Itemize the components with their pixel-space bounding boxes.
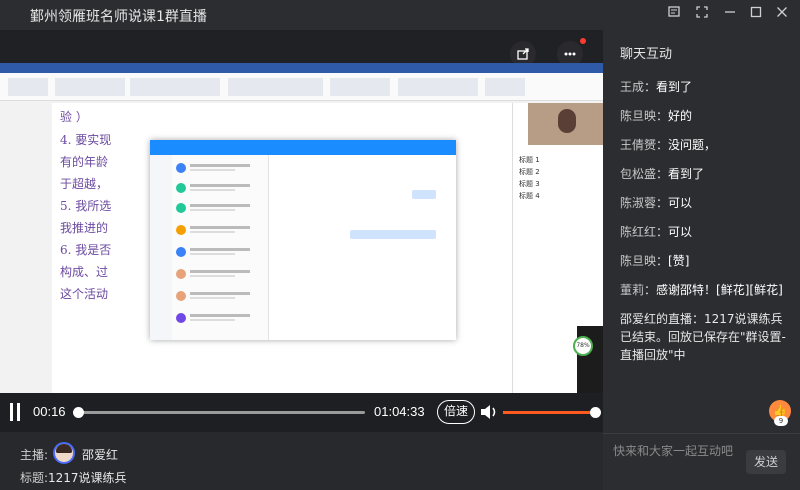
doc-line: 于超越， (60, 177, 109, 191)
doc-line: 有的年龄 (60, 155, 109, 169)
sender-name: 陈淑蓉 (620, 196, 657, 210)
doc-line: 5. 我所选 (60, 199, 112, 213)
divider (603, 433, 800, 434)
chat-message: 陈淑蓉：可以 (620, 196, 693, 210)
seek-bar[interactable] (73, 407, 365, 418)
presenter-camera (528, 103, 603, 145)
send-button[interactable]: 发送 (746, 450, 786, 474)
chat-panel: 聊天互动 王成：看到了 陈旦映：好的 王倩赟：没问题， 包松盛：看到了 陈淑蓉：… (603, 30, 800, 490)
current-time: 00:16 (33, 404, 66, 419)
doc-line: 6. 我是否 (60, 243, 112, 257)
sender-name: 陈红红 (620, 225, 657, 239)
doc-line: 验 ） (60, 110, 88, 124)
message-text: 可以 (668, 225, 693, 239)
video-player[interactable]: 验 ） 4. 要实现 有的年龄 于超越， 5. 我所选 我推进的 6. 我是否 … (0, 30, 603, 432)
host-label: 主播: (20, 448, 49, 462)
playback-controls: 00:16 01:04:33 倍速 (0, 393, 603, 432)
speed-button[interactable]: 倍速 (437, 400, 475, 424)
volume-handle[interactable] (590, 407, 601, 418)
host-info-bar: 主播: 邵爱红 标题: 1217说课练兵 (0, 432, 603, 490)
word-ribbon (0, 63, 603, 101)
chat-title: 聊天互动 (620, 47, 673, 62)
title-bar: 鄞州领雁班名师说课1群直播 (0, 0, 800, 30)
message-text: 看到了 (656, 80, 693, 94)
sender-name: 陈旦映 (620, 109, 657, 123)
doc-line: 这个活动 (60, 287, 109, 301)
system-message: 邵爱红的直播：1217说课练兵 已结束。回放已保存在"群设置-直播回放"中 (620, 312, 786, 362)
seek-handle[interactable] (73, 407, 85, 418)
pause-icon[interactable] (8, 403, 22, 421)
title-label: 标题: (20, 471, 49, 485)
feedback-icon[interactable] (664, 5, 684, 25)
fullscreen-icon[interactable] (692, 5, 712, 25)
chat-message: 陈红红：可以 (620, 225, 693, 239)
doc-line: 我推进的 (60, 221, 109, 235)
outline-item: 标题 4 (519, 192, 540, 200)
sender-name: 王成 (620, 80, 645, 94)
sender-name: 董莉 (620, 283, 645, 297)
chat-app-window (150, 140, 456, 340)
message-text: 好的 (668, 109, 693, 123)
outline-item: 标题 1 (519, 156, 540, 164)
notification-dot (580, 38, 586, 44)
chat-message: 王成：看到了 (620, 80, 693, 94)
message-text: 可以 (668, 196, 693, 210)
chat-message: 陈旦映：[赞] (620, 254, 690, 268)
minimize-icon[interactable] (720, 5, 740, 25)
message-text: 感谢邵特！[鲜花][鲜花] (656, 283, 783, 297)
volume-icon[interactable] (479, 403, 499, 421)
message-list: 王成：看到了 陈旦映：好的 王倩赟：没问题， 包松盛：看到了 陈淑蓉：可以 陈红… (620, 78, 796, 375)
duration: 01:04:33 (374, 404, 425, 419)
message-text: 没问题， (668, 138, 717, 152)
maximize-icon[interactable] (746, 5, 766, 25)
outline-item: 标题 2 (519, 168, 540, 176)
chat-message: 王倩赟：没问题， (620, 138, 717, 152)
sender-name: 包松盛 (620, 167, 657, 181)
message-text: [赞] (668, 254, 690, 268)
chat-message: 包松盛：看到了 (620, 167, 705, 181)
doc-line: 4. 要实现 (60, 133, 112, 147)
progress-badge: 78% (573, 336, 593, 356)
window-title: 鄞州领雁班名师说课1群直播 (30, 9, 207, 25)
live-title: 1217说课练兵 (48, 471, 127, 485)
volume-slider[interactable] (503, 407, 601, 418)
app-window: 鄞州领雁班名师说课1群直播 验 ） 4. 要实现 有的年龄 于超越， 5. 我所… (0, 0, 800, 490)
shared-screen: 验 ） 4. 要实现 有的年龄 于超越， 5. 我所选 我推进的 6. 我是否 … (0, 63, 603, 415)
outline-item: 标题 3 (519, 180, 540, 188)
close-icon[interactable] (772, 5, 792, 25)
message-text: 看到了 (668, 167, 705, 181)
doc-line: 构成、过 (60, 265, 109, 279)
sender-name: 陈旦映 (620, 254, 657, 268)
host-name: 邵爱红 (82, 448, 119, 462)
chat-input[interactable] (613, 440, 743, 462)
sender-name: 王倩赟 (620, 138, 657, 152)
chat-message: 陈旦映：好的 (620, 109, 693, 123)
chat-message: 董莉：感谢邵特！[鲜花][鲜花] (620, 283, 783, 297)
avatar[interactable] (53, 442, 75, 464)
like-count: 9 (774, 416, 788, 426)
